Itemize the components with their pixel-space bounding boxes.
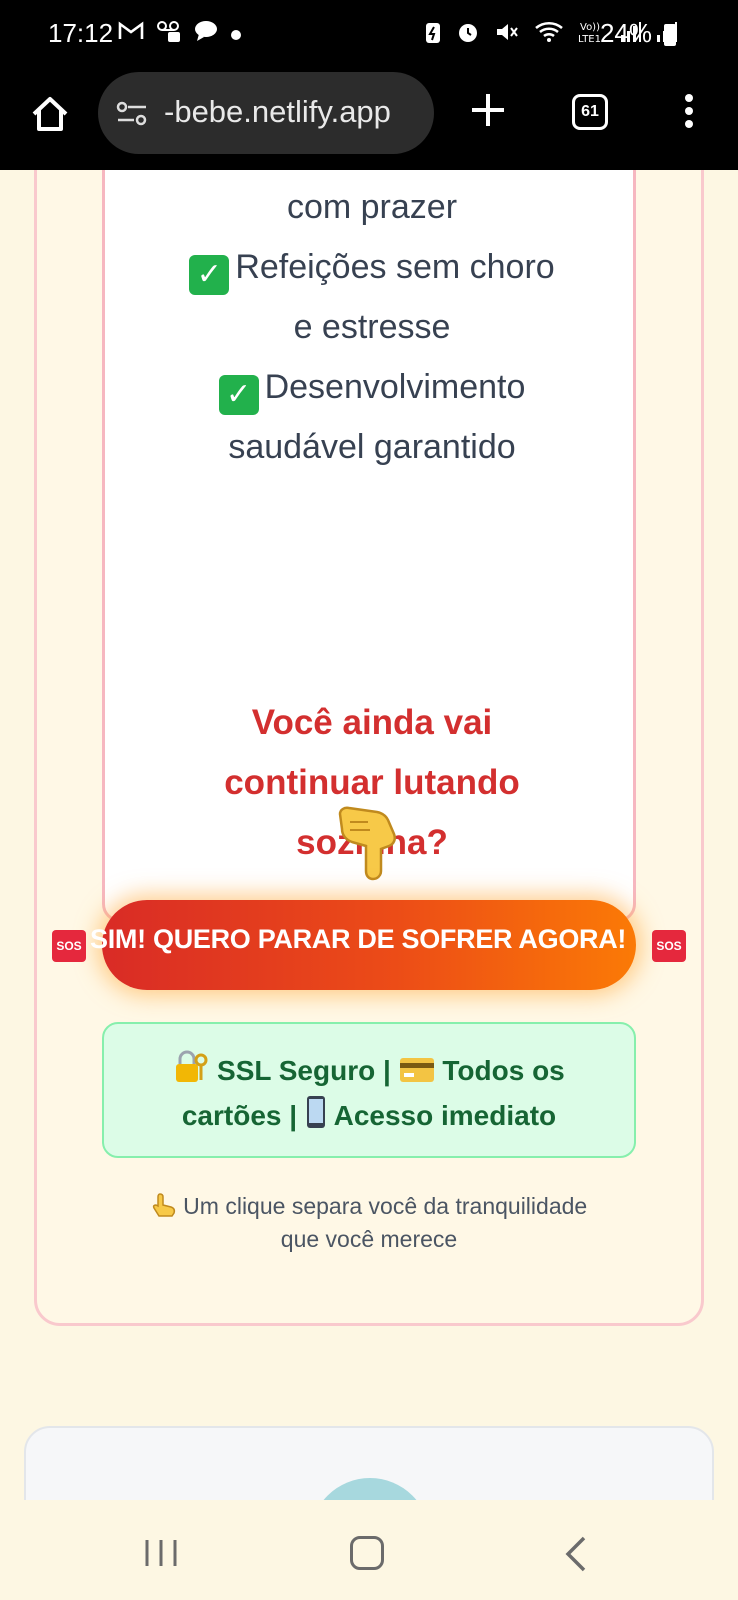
benefits-list: com prazer ✓ Refeições sem choro e estres… [105,177,639,477]
battery-icon [664,24,676,46]
svg-text:Vo)): Vo)) [580,22,600,33]
ssl-text: SSL Seguro | [217,1055,391,1086]
site-settings-icon[interactable] [116,100,148,128]
benefit-line: com prazer [286,188,458,226]
benefit-text: Refeições sem choro [235,248,555,286]
tab-switcher-button[interactable]: 61 [572,94,608,130]
browser-toolbar: -bebe.netlify.app 61 [0,70,738,170]
pointing-down-hand-icon [332,802,404,882]
overflow-menu-icon[interactable] [682,94,696,134]
nav-home-icon[interactable] [350,1536,384,1570]
battery-percent: 24% [599,18,652,48]
wifi-icon [534,20,564,50]
benefit-line: e estresse [293,308,451,346]
next-section-card [24,1426,714,1500]
benefit-text: Desenvolvimento [264,368,526,406]
lock-key-icon [173,1050,209,1095]
check-icon: ✓ [189,255,230,295]
recent-apps-icon[interactable] [144,1538,178,1568]
security-line: SSL Seguro | Todos os [104,1050,634,1095]
back-icon[interactable] [560,1534,590,1574]
avatar [310,1478,430,1500]
dot-icon [230,21,242,47]
benefit-item: ✓ Desenvolvimento [105,357,639,417]
benefit-item: ✓ Refeições sem choro [105,237,639,297]
security-line: cartões | Acesso imediato [104,1095,634,1140]
sos-icon: SOS [652,930,686,962]
clock: 17:12 [48,18,114,48]
svg-text:LTE1: LTE1 [578,34,601,44]
address-bar[interactable]: -bebe.netlify.app [98,72,434,154]
hint-text: que você merece [280,1226,458,1252]
web-page: com prazer ✓ Refeições sem choro e estres… [0,170,738,1500]
voicemail-icon [156,20,182,48]
hint-text: Um clique separa você da tranquilidade [183,1193,588,1219]
chat-bubble-icon [194,20,218,48]
status-bar: 17:12 Vo)) LTE1 24% [0,0,738,70]
notification-icons [118,20,242,48]
benefit-line: saudável garantido [228,428,516,466]
reassurance-text: Um clique separa você da tranquilidade q… [102,1190,636,1256]
gmail-icon [118,21,144,47]
mobile-phone-icon [305,1095,327,1140]
cards-text: Todos os [442,1055,565,1086]
hint-line: Um clique separa você da tranquilidade [102,1190,636,1223]
system-nav-bar [0,1500,738,1600]
home-icon[interactable] [28,92,72,136]
new-tab-icon[interactable] [468,90,508,130]
pointing-up-hand-icon [151,1193,183,1219]
cta-button-label[interactable]: SIM! QUERO PARAR DE SOFRER AGORA! [90,924,650,955]
battery-saver-icon [424,20,442,50]
url-text[interactable]: -bebe.netlify.app [164,94,391,130]
mute-icon [494,20,520,50]
sos-icon: SOS [52,930,86,962]
cards-text: cartões | [181,1100,298,1131]
security-badges: SSL Seguro | Todos os cartões | Acesso i… [102,1022,636,1158]
access-text: Acesso imediato [333,1100,557,1131]
credit-card-icon [399,1054,435,1095]
alarm-icon [456,20,480,50]
question-line: Você ainda vai [251,703,493,742]
check-icon: ✓ [218,375,259,415]
